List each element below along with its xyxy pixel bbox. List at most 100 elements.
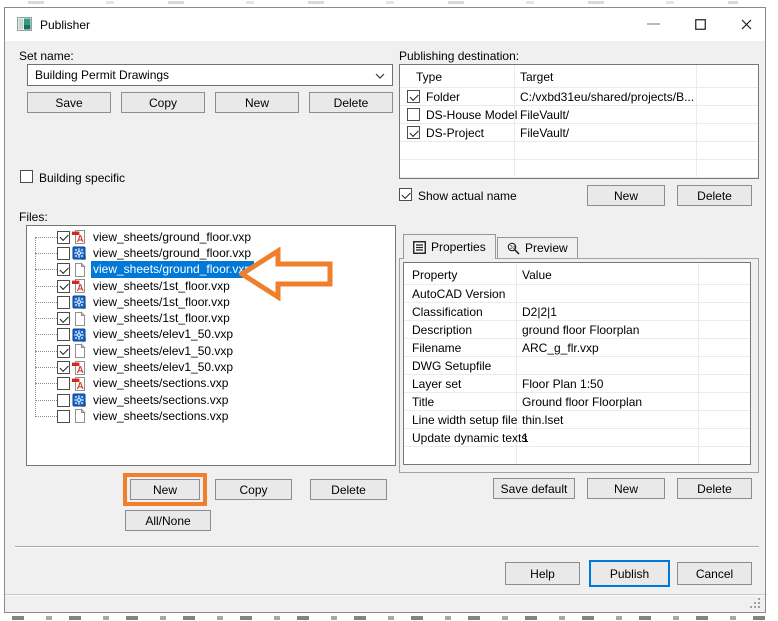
copy-file-button[interactable]: Copy	[215, 479, 292, 500]
file-row[interactable]: view_sheets/sections.vxp	[27, 408, 395, 424]
file-name[interactable]: view_sheets/ground_floor.vxp	[91, 261, 254, 278]
file-name[interactable]: view_sheets/ground_floor.vxp	[91, 245, 254, 262]
destination-row[interactable]: Folder C:/vxbd31eu/shared/projects/B...	[400, 88, 758, 106]
delete-file-button[interactable]: Delete	[310, 479, 387, 500]
set-name-combobox[interactable]: Building Permit Drawings	[27, 64, 393, 86]
file-name[interactable]: view_sheets/1st_floor.vxp	[91, 310, 233, 327]
file-name[interactable]: view_sheets/elev1_50.vxp	[91, 359, 236, 376]
file-name[interactable]: view_sheets/sections.vxp	[91, 408, 231, 425]
file-row[interactable]: view_sheets/elev1_50.vxp	[27, 343, 395, 359]
new-property-button[interactable]: New	[587, 478, 665, 499]
property-row[interactable]: Classification D2|2|1	[404, 303, 750, 321]
property-row[interactable]: Layer set Floor Plan 1:50	[404, 375, 750, 393]
file-row[interactable]: view_sheets/sections.vxp	[27, 376, 395, 392]
file-name[interactable]: view_sheets/ground_floor.vxp	[91, 229, 254, 246]
property-name: Description	[412, 323, 472, 337]
property-row[interactable]: Title Ground floor Floorplan	[404, 393, 750, 411]
property-value[interactable]: ARC_g_flr.vxp	[522, 341, 599, 355]
new-destination-button[interactable]: New	[587, 185, 665, 206]
help-button[interactable]: Help	[505, 562, 580, 585]
new-file-button[interactable]: New	[130, 479, 200, 500]
property-name: Filename	[412, 341, 461, 355]
property-value[interactable]: thin.lset	[522, 413, 563, 427]
file-name[interactable]: view_sheets/1st_floor.vxp	[91, 294, 233, 311]
destination-type: DS-House Model	[426, 108, 517, 122]
file-row[interactable]: view_sheets/ground_floor.vxp	[27, 245, 395, 261]
file-row[interactable]: view_sheets/elev1_50.vxp	[27, 327, 395, 343]
doc-file-icon	[71, 343, 88, 359]
file-checkbox[interactable]	[57, 377, 70, 390]
file-checkbox[interactable]	[57, 361, 70, 374]
new-set-button[interactable]: New	[215, 92, 299, 113]
file-row[interactable]: view_sheets/ground_floor.vxp	[27, 229, 395, 245]
property-row[interactable]: Description ground floor Floorplan	[404, 321, 750, 339]
file-checkbox[interactable]	[57, 394, 70, 407]
destination-row[interactable]: DS-House Model FileVault/	[400, 106, 758, 124]
file-row[interactable]: view_sheets/elev1_50.vxp	[27, 359, 395, 375]
cancel-button[interactable]: Cancel	[677, 562, 752, 585]
file-row[interactable]: view_sheets/sections.vxp	[27, 392, 395, 408]
tree-branch-line	[35, 318, 57, 319]
destination-row[interactable]: DS-Project FileVault/	[400, 124, 758, 142]
tab-properties[interactable]: Properties	[403, 234, 496, 259]
property-value[interactable]: Ground floor Floorplan	[522, 395, 642, 409]
tree-branch-line	[35, 237, 57, 238]
property-value[interactable]: Floor Plan 1:50	[522, 377, 603, 391]
file-checkbox[interactable]	[57, 345, 70, 358]
file-checkbox[interactable]	[57, 280, 70, 293]
copy-set-button[interactable]: Copy	[121, 92, 205, 113]
property-value[interactable]: ground floor Floorplan	[522, 323, 639, 337]
publishing-destination-label: Publishing destination:	[399, 49, 519, 63]
file-row[interactable]: view_sheets/1st_floor.vxp	[27, 278, 395, 294]
type-column-header: Type	[416, 70, 442, 84]
properties-table[interactable]: Property Value AutoCAD Version Classific…	[403, 262, 751, 465]
file-checkbox[interactable]	[57, 312, 70, 325]
file-checkbox[interactable]	[57, 410, 70, 423]
property-row[interactable]: Filename ARC_g_flr.vxp	[404, 339, 750, 357]
delete-set-button[interactable]: Delete	[309, 92, 393, 113]
show-actual-name-checkbox[interactable]	[399, 188, 412, 201]
pdf-file-icon	[71, 229, 88, 245]
publish-button[interactable]: Publish	[589, 560, 670, 587]
property-row[interactable]: Update dynamic texts 1	[404, 429, 750, 447]
file-name[interactable]: view_sheets/1st_floor.vxp	[91, 278, 233, 295]
property-row[interactable]: DWG Setupfile	[404, 357, 750, 375]
close-button[interactable]	[735, 15, 757, 33]
building-specific-checkbox[interactable]	[20, 170, 33, 183]
window-title: Publisher	[40, 18, 90, 32]
delete-property-button[interactable]: Delete	[677, 478, 752, 499]
file-row[interactable]: view_sheets/1st_floor.vxp	[27, 294, 395, 310]
file-name[interactable]: view_sheets/sections.vxp	[91, 392, 231, 409]
file-checkbox[interactable]	[57, 328, 70, 341]
file-row[interactable]: view_sheets/1st_floor.vxp	[27, 310, 395, 326]
maximize-button[interactable]	[689, 15, 711, 33]
destination-checkbox[interactable]	[407, 126, 420, 139]
resize-grip[interactable]	[749, 597, 761, 609]
dwg-file-icon	[71, 327, 88, 343]
files-list[interactable]: view_sheets/ground_floor.vxp view_sheets…	[26, 225, 396, 466]
destination-table[interactable]: Type Target Folder C:/vxbd31eu/shared/pr…	[399, 64, 759, 179]
file-checkbox[interactable]	[57, 263, 70, 276]
property-value[interactable]: 1	[522, 431, 529, 445]
file-checkbox[interactable]	[57, 296, 70, 309]
pdf-file-icon	[71, 376, 88, 392]
tree-branch-line	[35, 351, 57, 352]
save-set-button[interactable]: Save	[27, 92, 111, 113]
file-checkbox[interactable]	[57, 231, 70, 244]
destination-checkbox[interactable]	[407, 90, 420, 103]
all-none-button[interactable]: All/None	[125, 510, 211, 531]
delete-destination-button[interactable]: Delete	[677, 185, 752, 206]
file-name[interactable]: view_sheets/sections.vxp	[91, 375, 231, 392]
property-row[interactable]: AutoCAD Version	[404, 285, 750, 303]
property-row[interactable]: Line width setup file thin.lset	[404, 411, 750, 429]
minimize-button[interactable]	[642, 15, 664, 33]
file-row-selected[interactable]: view_sheets/ground_floor.vxp	[27, 262, 395, 278]
destination-checkbox[interactable]	[407, 108, 420, 121]
tab-preview[interactable]: 3d Preview	[497, 237, 578, 258]
file-name[interactable]: view_sheets/elev1_50.vxp	[91, 326, 236, 343]
file-name[interactable]: view_sheets/elev1_50.vxp	[91, 343, 236, 360]
tree-branch-line	[35, 253, 57, 254]
property-value[interactable]: D2|2|1	[522, 305, 557, 319]
save-default-button[interactable]: Save default	[493, 478, 575, 499]
file-checkbox[interactable]	[57, 247, 70, 260]
